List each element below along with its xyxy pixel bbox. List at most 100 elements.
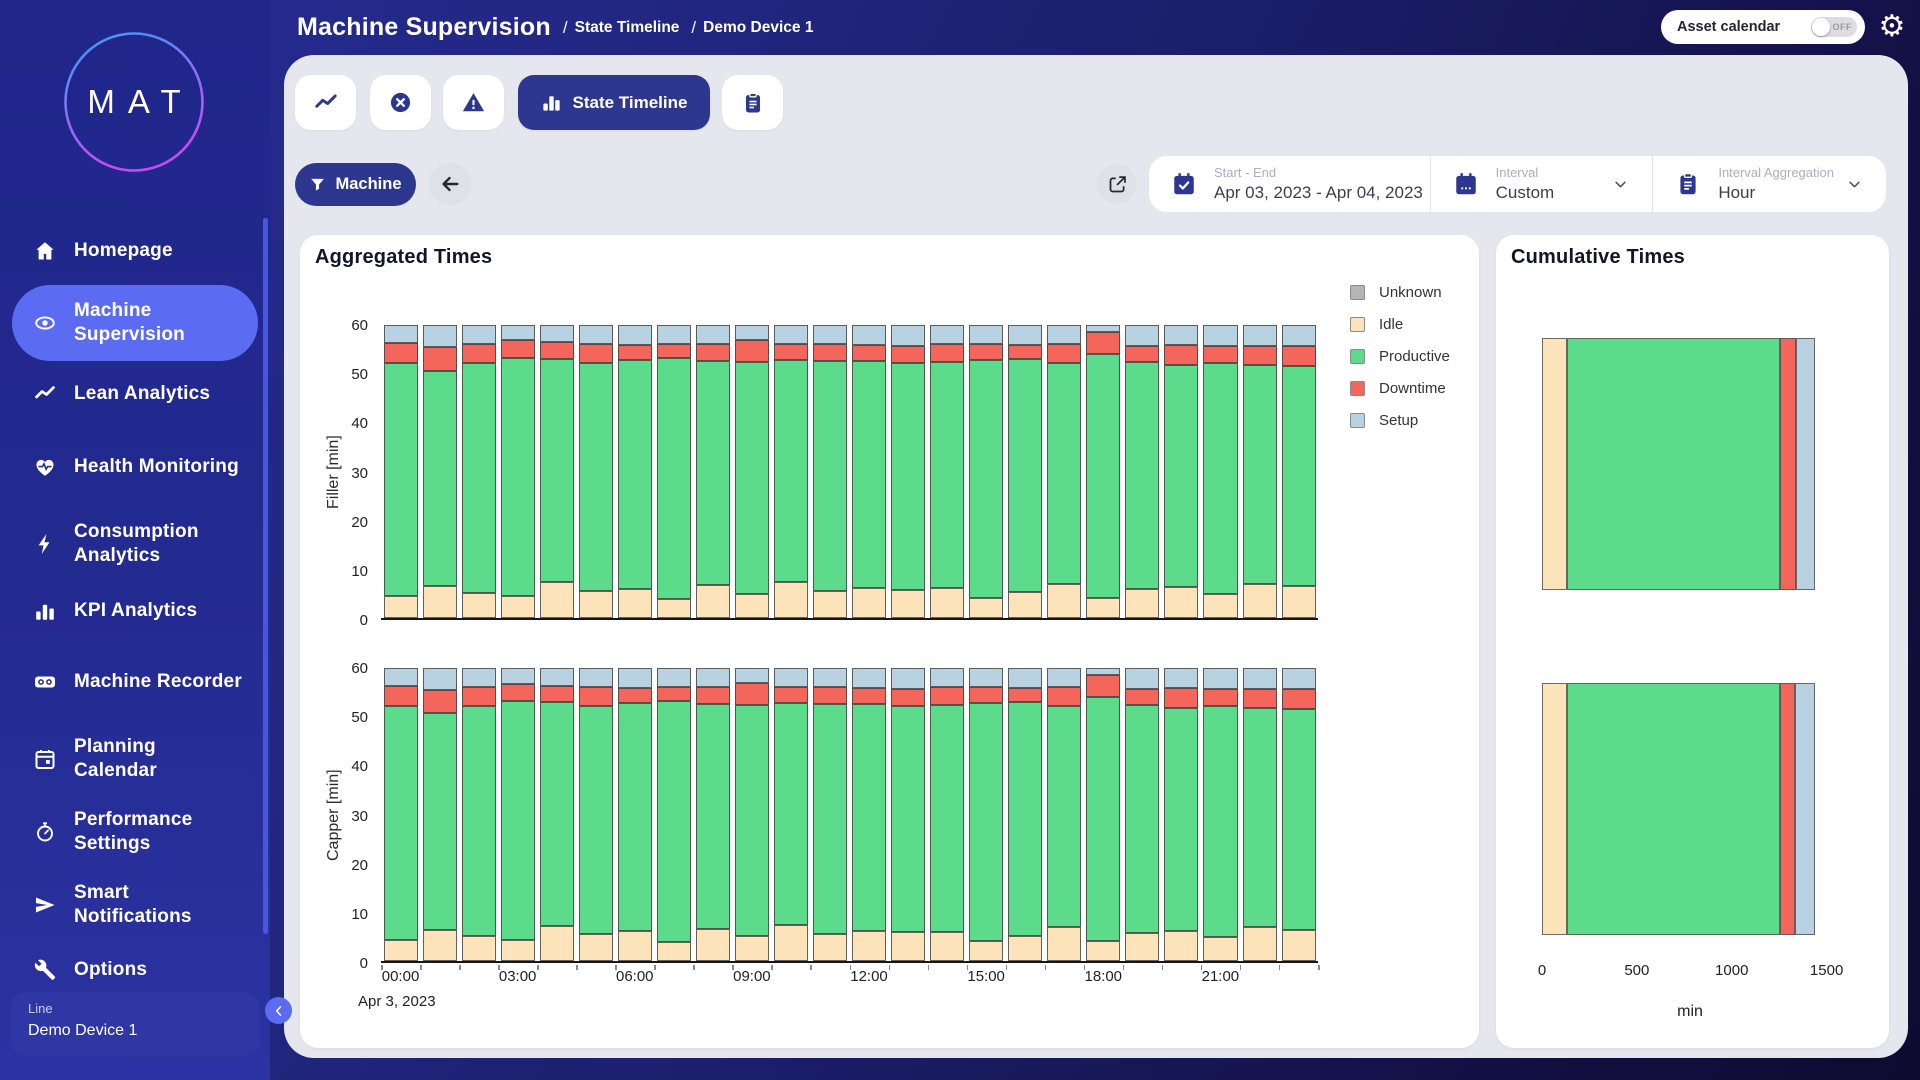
segment-productive: [1203, 706, 1237, 937]
segment-setup: [1008, 325, 1042, 345]
stacked-bar-19:00: [1125, 325, 1159, 618]
segment-idle: [1203, 937, 1237, 961]
capper-cumulative-bar: [1542, 683, 1838, 935]
segment-idle: [462, 936, 496, 961]
segment-idle: [1125, 589, 1159, 618]
segment-idle: [813, 934, 847, 961]
segment-idle: [1086, 598, 1120, 618]
stacked-bar-02:00: [462, 668, 496, 961]
tab-errors[interactable]: [370, 75, 431, 130]
sidebar-item-machine-supervision[interactable]: Machine Supervision: [12, 285, 258, 361]
segment-setup: [969, 325, 1003, 344]
sidebar-item-planning-calendar[interactable]: Planning Calendar: [12, 721, 258, 797]
segment-setup: [813, 668, 847, 687]
segment-downtime: [735, 683, 769, 705]
calendar-dots-icon: [1453, 171, 1479, 197]
segment-downtime: [1125, 346, 1159, 363]
cumulative-x-axis-label: min: [1542, 1003, 1838, 1021]
stacked-bar-21:00: [1203, 325, 1237, 618]
segment-setup: [1282, 325, 1316, 346]
selected-line-card[interactable]: Line Demo Device 1: [10, 992, 260, 1056]
machine-filter-button[interactable]: Machine: [295, 163, 416, 206]
page-title: Machine Supervision: [297, 13, 551, 42]
sidebar-item-label: KPI Analytics: [74, 599, 197, 623]
filler-cumulative-bar: [1542, 338, 1838, 590]
segment-idle: [1542, 683, 1567, 935]
stacked-bar-23:00: [1282, 668, 1316, 961]
interval-select[interactable]: Interval Custom: [1431, 156, 1653, 212]
segment-setup: [891, 325, 925, 346]
gear-icon[interactable]: ⚙: [1874, 6, 1910, 46]
segment-productive: [657, 701, 691, 942]
sidebar-item-label: Machine Supervision: [74, 299, 185, 347]
x-axis-tick-labels: 00:0003:0006:0009:0012:0015:0018:0021:00: [381, 968, 1318, 988]
send-icon: [33, 893, 57, 917]
segment-downtime: [657, 344, 691, 358]
tab-report[interactable]: [722, 75, 783, 130]
segment-idle: [1047, 927, 1081, 961]
segment-idle: [657, 599, 691, 618]
stacked-bar-19:00: [1125, 668, 1159, 961]
start-end-field[interactable]: Start - End Apr 03, 2023 - Apr 04, 2023: [1149, 156, 1430, 212]
export-button[interactable]: [1097, 164, 1137, 204]
asset-calendar-toggle[interactable]: OFF: [1811, 17, 1857, 37]
segment-downtime: [969, 687, 1003, 703]
interval-aggregation-select[interactable]: Interval Aggregation Hour: [1653, 156, 1886, 212]
sidebar-item-consumption-analytics[interactable]: Consumption Analytics: [12, 506, 258, 582]
segment-downtime: [891, 689, 925, 706]
sidebar-item-label: Health Monitoring: [74, 455, 239, 479]
calendar-icon: [33, 747, 57, 771]
interval-value: Custom: [1496, 183, 1555, 203]
stacked-bar-03:00: [501, 325, 535, 618]
segment-idle: [579, 591, 613, 618]
segment-setup: [657, 668, 691, 687]
segment-downtime: [852, 345, 886, 361]
filler-stacked-bar-chart: Filler [min] 0102030405060: [300, 325, 1479, 620]
segment-setup: [891, 668, 925, 689]
segment-setup: [1164, 668, 1198, 688]
tab-trends[interactable]: [295, 75, 356, 130]
segment-setup: [1008, 668, 1042, 688]
trend-icon: [313, 90, 339, 116]
stacked-bar-18:00: [1086, 668, 1120, 961]
trend-icon: [33, 382, 57, 406]
segment-setup: [852, 325, 886, 345]
sidebar-item-kpi-analytics[interactable]: KPI Analytics: [12, 573, 258, 649]
sidebar-item-machine-recorder[interactable]: Machine Recorder: [12, 644, 258, 720]
header: Machine Supervision / State Timeline / D…: [297, 0, 813, 55]
segment-productive: [1243, 708, 1277, 927]
segment-downtime: [657, 687, 691, 701]
segment-productive: [891, 706, 925, 933]
clipboard-icon: [1675, 171, 1701, 197]
segment-productive: [930, 705, 964, 932]
stacked-bar-04:00: [540, 668, 574, 961]
stacked-bar-05:00: [579, 325, 613, 618]
segment-productive: [1203, 363, 1237, 593]
sidebar-item-health-monitoring[interactable]: Health Monitoring: [12, 429, 258, 505]
sidebar-item-performance-settings[interactable]: Performance Settings: [12, 794, 258, 870]
segment-idle: [1203, 594, 1237, 618]
segment-downtime: [1086, 675, 1120, 697]
sidebar-scrollbar[interactable]: [263, 218, 268, 934]
back-button[interactable]: [429, 163, 471, 205]
start-end-label: Start - End: [1214, 165, 1423, 180]
segment-idle: [813, 591, 847, 618]
asset-calendar-label: Asset calendar: [1677, 19, 1811, 35]
segment-productive: [774, 703, 808, 925]
segment-idle: [1008, 936, 1042, 961]
segment-idle: [1047, 584, 1081, 618]
segment-downtime: [501, 340, 535, 358]
sidebar-collapse-button[interactable]: [265, 997, 292, 1024]
stacked-bar-14:00: [930, 668, 964, 961]
segment-idle: [1243, 927, 1277, 961]
cumulative-x-ticks: 050010001500: [1542, 962, 1838, 982]
tab-state-timeline[interactable]: State Timeline: [518, 75, 710, 130]
stacked-bar-08:00: [696, 668, 730, 961]
sidebar-item-lean-analytics[interactable]: Lean Analytics: [12, 356, 258, 432]
segment-downtime: [579, 687, 613, 706]
tab-warnings[interactable]: [443, 75, 504, 130]
segment-productive: [579, 706, 613, 934]
segment-downtime: [930, 344, 964, 362]
segment-setup: [1047, 668, 1081, 687]
sidebar-item-homepage[interactable]: Homepage: [12, 213, 258, 289]
